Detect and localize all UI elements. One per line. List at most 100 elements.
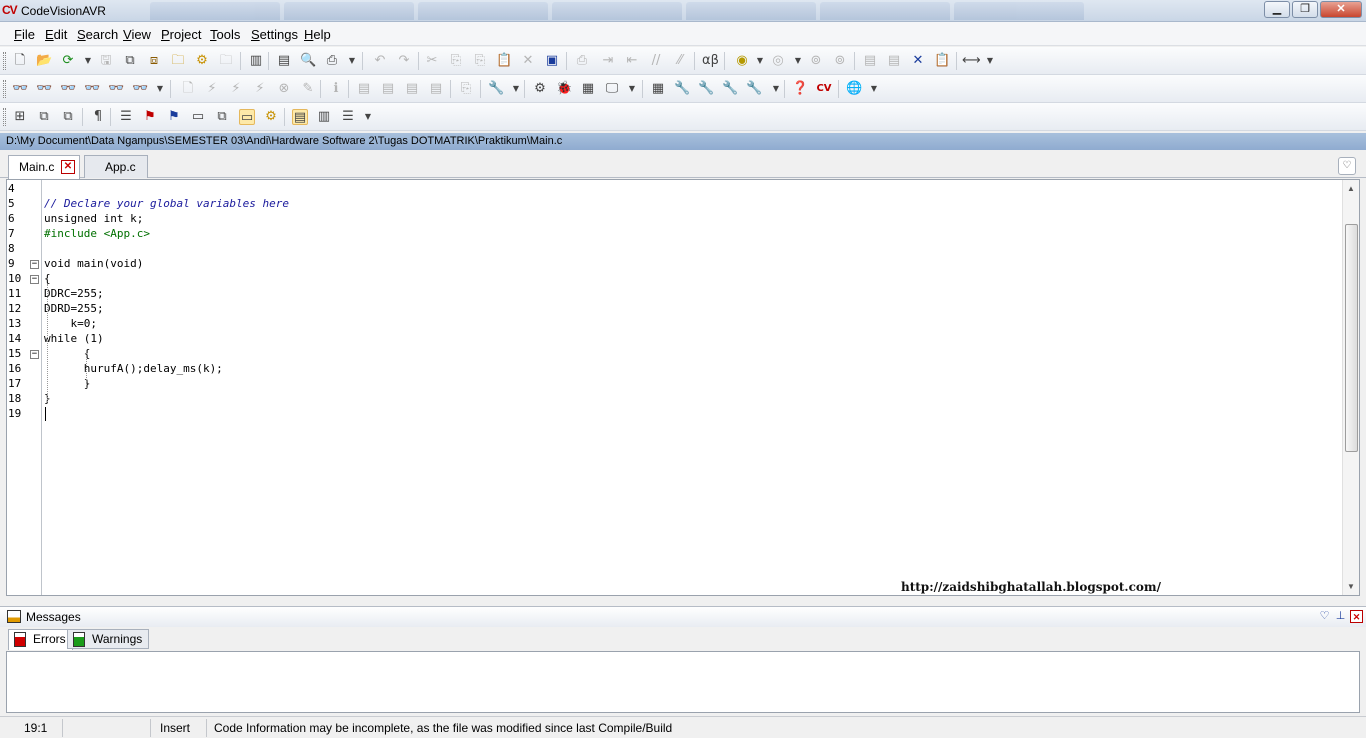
layout-split-icon[interactable]: ▥ <box>316 109 332 125</box>
dropdown-arrow-icon[interactable]: ▼ <box>80 53 96 69</box>
dropdown-arrow-icon[interactable]: ▼ <box>982 53 998 69</box>
tab-close-icon[interactable]: ✕ <box>61 160 75 174</box>
dropdown-arrow-icon[interactable]: ▼ <box>752 53 768 69</box>
dropdown-arrow-icon[interactable]: ▼ <box>152 81 168 97</box>
scroll-thumb[interactable] <box>1345 224 1358 452</box>
generate-icon[interactable]: ▤ <box>428 81 444 97</box>
page-setup-icon[interactable]: ▤ <box>276 53 292 69</box>
new-file-icon[interactable]: 🗋 <box>12 53 28 69</box>
project-open-icon[interactable]: ⚙ <box>194 53 210 69</box>
scroll-down-icon[interactable]: ▼ <box>1346 582 1356 591</box>
menu-tools[interactable]: Tools <box>210 27 240 42</box>
toolbar-grip[interactable] <box>3 80 6 98</box>
configure-icon[interactable]: ▤ <box>380 81 396 97</box>
maximize-button[interactable]: ❐ <box>1292 1 1318 18</box>
expand-all-icon[interactable]: ⊞ <box>12 109 28 125</box>
indent-icon[interactable]: ⇥ <box>600 53 616 69</box>
menu-settings[interactable]: Settings <box>251 27 298 42</box>
check-syntax-icon[interactable]: ⚡ <box>204 81 220 97</box>
redo-icon[interactable]: ↷ <box>396 53 412 69</box>
stop-icon[interactable]: ⊗ <box>276 81 292 97</box>
menu-file[interactable]: File <box>14 27 35 42</box>
open-file-icon[interactable]: 📂 <box>36 53 52 69</box>
goto-line-icon[interactable]: 👓 <box>132 81 148 97</box>
code-template-icon[interactable]: ⟷ <box>962 53 981 69</box>
fold-toggle-icon[interactable]: − <box>30 260 39 269</box>
comment-icon[interactable]: // <box>648 53 664 69</box>
unindent-icon[interactable]: ⇤ <box>624 53 640 69</box>
tab-main-c[interactable]: Main.c ✕ <box>8 155 80 179</box>
dropdown-arrow-icon[interactable]: ▼ <box>790 53 806 69</box>
help-icon[interactable]: ❓ <box>792 81 808 97</box>
menu-project[interactable]: Project <box>161 27 201 42</box>
print-preview-icon[interactable]: 🔍 <box>300 53 316 69</box>
terminal-icon[interactable]: 🖵 <box>604 81 620 97</box>
codewizard-icon[interactable]: ⚙ <box>532 81 548 97</box>
messages-panel-icon[interactable]: ▭ <box>239 109 255 125</box>
bookmark-icon[interactable]: ◉ <box>734 53 750 69</box>
function-list-icon[interactable]: ▤ <box>886 53 902 69</box>
tab-app-c[interactable]: App.c <box>84 155 148 178</box>
web-icon[interactable]: 🌐 <box>846 81 862 97</box>
tools-config-icon[interactable]: 🔧 <box>698 81 714 97</box>
find-prev-icon[interactable]: 👓 <box>60 81 76 97</box>
export-icon[interactable]: ▤ <box>404 81 420 97</box>
menu-view[interactable]: View <box>123 27 151 42</box>
code-editor[interactable]: 4 5 6 7 8 9 10 11 12 13 14 15 16 17 18 1… <box>6 179 1360 596</box>
project-notes-icon[interactable]: ▤ <box>356 81 372 97</box>
debug-bug-icon[interactable]: 🐞 <box>556 81 572 97</box>
tab-errors[interactable]: Errors <box>8 629 73 650</box>
find-icon[interactable]: 👓 <box>12 81 28 97</box>
hardware-icon[interactable]: 🔧 <box>746 81 762 97</box>
about-cv-icon[interactable]: CV <box>816 81 832 97</box>
save-icon[interactable]: 🖫 <box>98 53 114 69</box>
dropdown-arrow-icon[interactable]: ▼ <box>360 109 376 125</box>
paste-icon[interactable]: 📋 <box>496 53 512 69</box>
function-call-tree-icon[interactable]: ⚑ <box>166 109 182 125</box>
bookmark-toggle-icon[interactable]: ◎ <box>770 53 786 69</box>
dropdown-arrow-icon[interactable]: ▼ <box>508 81 524 97</box>
dropdown-arrow-icon[interactable]: ▼ <box>344 53 360 69</box>
chip-programmer-icon[interactable]: ▦ <box>580 81 596 97</box>
editor-options-icon[interactable]: ▤ <box>862 53 878 69</box>
bookmark-prev-icon[interactable]: ⊚ <box>832 53 848 69</box>
panel-menu-icon[interactable]: ♡ <box>1318 610 1331 623</box>
clipboard-panel-icon[interactable]: ⧉ <box>214 109 230 125</box>
code-navigator-icon[interactable]: ⚑ <box>142 109 158 125</box>
print-icon[interactable]: ▥ <box>248 53 264 69</box>
close-project-icon[interactable]: 🗀 <box>218 53 234 69</box>
expand-block-icon[interactable]: ⧉ <box>36 109 52 125</box>
dropdown-arrow-icon[interactable]: ▼ <box>768 81 784 97</box>
dropdown-arrow-icon[interactable]: ▼ <box>624 81 640 97</box>
save-all-icon[interactable]: ⧉ <box>122 53 138 69</box>
layout-single-icon[interactable]: ▤ <box>292 109 308 125</box>
folder-icon[interactable]: 🗀 <box>170 53 186 69</box>
compile-icon[interactable]: ⚡ <box>228 81 244 97</box>
fold-toggle-icon[interactable]: − <box>30 350 39 359</box>
case-icon[interactable]: αβ <box>702 53 719 69</box>
uncomment-icon[interactable]: ⁄⁄ <box>672 53 688 69</box>
clean-icon[interactable]: ✎ <box>300 81 316 97</box>
collapse-block-icon[interactable]: ⧉ <box>60 109 76 125</box>
watch-icon[interactable]: ⚙ <box>263 109 279 125</box>
copy-formatted-icon[interactable]: ⎘ <box>472 53 488 69</box>
printer-icon[interactable]: ⎙ <box>324 53 340 69</box>
tab-warnings[interactable]: Warnings <box>67 629 150 649</box>
messages-list[interactable] <box>6 651 1360 713</box>
match-brace-icon[interactable]: ✕ <box>910 53 926 69</box>
debugger-icon[interactable]: 🔧 <box>488 81 504 97</box>
delete-icon[interactable]: ✕ <box>520 53 536 69</box>
code-templates-icon[interactable]: ▭ <box>190 109 206 125</box>
fold-toggle-icon[interactable]: − <box>30 275 39 284</box>
bookmark-next-icon[interactable]: ⊚ <box>808 53 824 69</box>
tools-icon[interactable]: 🔧 <box>674 81 690 97</box>
pin-icon[interactable]: ⊥ <box>1334 610 1347 623</box>
undo-icon[interactable]: ↶ <box>372 53 388 69</box>
save-as-icon[interactable]: ⧈ <box>146 53 162 69</box>
show-whitespace-icon[interactable]: ¶ <box>90 109 106 125</box>
dropdown-arrow-icon[interactable]: ▼ <box>866 81 882 97</box>
information-icon[interactable]: ℹ <box>328 81 344 97</box>
menu-search[interactable]: Search <box>77 27 118 42</box>
toolbar-grip[interactable] <box>3 108 6 126</box>
settings-tools-icon[interactable]: 🔧 <box>722 81 738 97</box>
